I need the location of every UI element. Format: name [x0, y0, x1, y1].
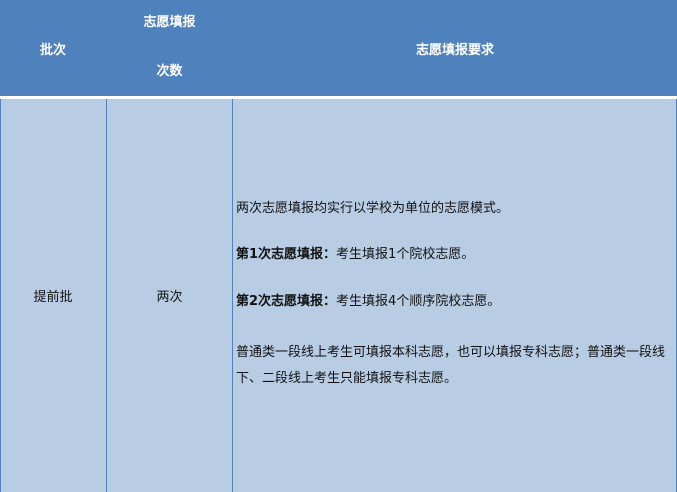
requirement-first-text: 考生填报1个院校志愿。: [336, 247, 475, 262]
requirement-second-text: 考生填报4个顺序院校志愿。: [336, 294, 501, 309]
requirement-note: 普通类一段线上考生可填报本科志愿，也可以填报专科志愿；普通类一段线下、二段线上考…: [236, 345, 666, 386]
cell-times: 两次: [156, 290, 183, 305]
requirement-intro: 两次志愿填报均实行以学校为单位的志愿模式。: [236, 201, 510, 216]
header-batch: 批次: [39, 42, 66, 58]
requirement-first-label: 第1次志愿填报：: [236, 247, 337, 262]
header-requirements: 志愿填报要求: [415, 42, 494, 58]
header-times-line2: 次数: [156, 64, 183, 79]
cell-batch: 提前批: [33, 290, 73, 305]
requirement-second-label: 第2次志愿填报：: [236, 294, 337, 309]
header-times: 志愿填报 次数: [106, 0, 233, 96]
header-times-line1: 志愿填报: [143, 15, 196, 30]
requirement-first: 第1次志愿填报：考生填报1个院校志愿。: [236, 244, 674, 266]
admission-table: 批次 志愿填报 次数 志愿填报要求 提前批 两次 两次志愿填报均实行以学校为单位…: [0, 0, 677, 492]
requirement-second: 第2次志愿填报：考生填报4个顺序院校志愿。: [236, 291, 674, 313]
table-header: 批次 志愿填报 次数 志愿填报要求: [0, 0, 677, 96]
